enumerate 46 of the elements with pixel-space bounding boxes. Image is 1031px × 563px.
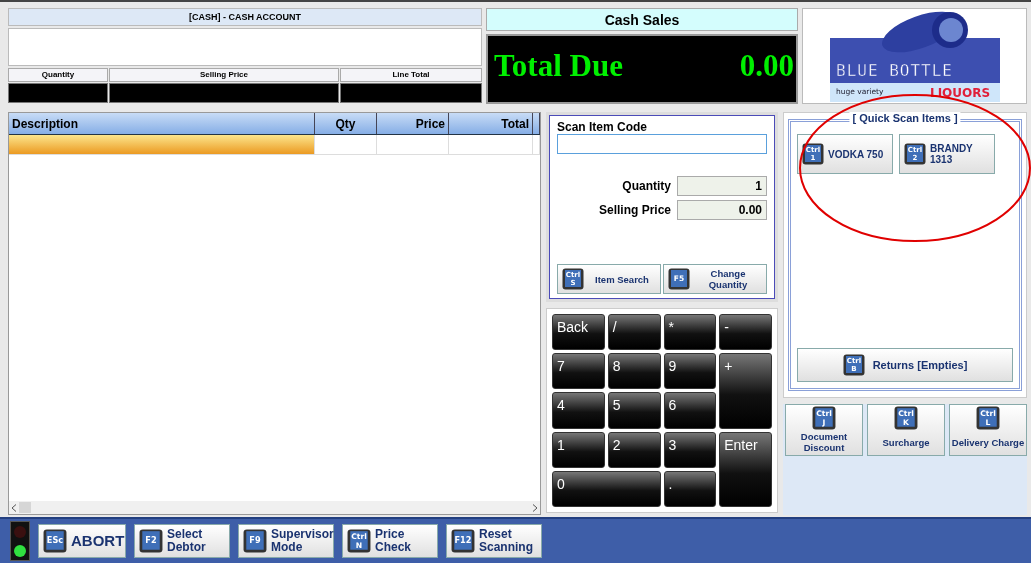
column-header[interactable]: Description	[9, 113, 315, 134]
keypad-key[interactable]: Back	[552, 314, 605, 351]
price-field[interactable]: 0.00	[677, 200, 767, 220]
quantity-field[interactable]: 1	[677, 176, 767, 196]
column-header[interactable]: Price	[377, 113, 449, 134]
column-header: Line Total	[340, 68, 482, 82]
key-icon: F9	[243, 529, 267, 553]
keypad-key[interactable]: Enter	[719, 431, 772, 507]
keypad-key[interactable]: 6	[663, 392, 717, 429]
scroll-right-icon[interactable]	[532, 503, 538, 512]
keypad-key[interactable]: 0	[552, 470, 661, 507]
keypad-key[interactable]: 4	[552, 392, 605, 429]
keypad-key[interactable]: 3	[663, 431, 717, 468]
table-row-highlight[interactable]	[9, 135, 315, 154]
column-header[interactable]: Qty	[315, 113, 377, 134]
account-title: [CASH] - CASH ACCOUNT	[8, 8, 482, 26]
keypad-key[interactable]: +	[719, 353, 772, 429]
sale-title: Cash Sales	[486, 8, 798, 31]
keypad-key[interactable]: 5	[607, 392, 661, 429]
scroll-left-icon[interactable]	[11, 503, 17, 512]
keypad-key[interactable]: -	[719, 314, 772, 351]
quick-scan-title: [ Quick Scan Items ]	[849, 112, 961, 124]
key-icon: F12	[451, 529, 475, 553]
scan-label: Scan Item Code	[557, 120, 649, 134]
price-label: Selling Price	[598, 203, 671, 217]
total-label: Total Due	[494, 48, 623, 84]
keypad-key[interactable]: 7	[552, 353, 605, 390]
scan-field[interactable]	[557, 134, 767, 154]
column-header: Quantity	[8, 68, 108, 82]
keypad-key[interactable]: 8	[607, 353, 661, 390]
column-header: Selling Price	[109, 68, 339, 82]
logo-subtitle: LIQUORS	[929, 86, 990, 100]
keypad-key[interactable]: 1	[552, 431, 605, 468]
column-header[interactable]: Total	[449, 113, 533, 134]
total-amount: 0.00	[739, 48, 794, 84]
keypad-key[interactable]: .	[663, 470, 717, 507]
logo-brand: BLUE BOTTLE	[835, 61, 953, 80]
keypad-key[interactable]: 9	[663, 353, 717, 390]
quantity-label: Quantity	[622, 179, 671, 193]
key-icon: ESc	[43, 529, 67, 553]
scrollbar-thumb[interactable]	[19, 502, 31, 513]
keypad-key[interactable]: 2	[607, 431, 661, 468]
keypad-key[interactable]: *	[663, 314, 717, 351]
keypad-key[interactable]: /	[607, 314, 661, 351]
key-icon: F2	[139, 529, 163, 553]
function-button[interactable]: ESc ABORT	[38, 524, 126, 558]
